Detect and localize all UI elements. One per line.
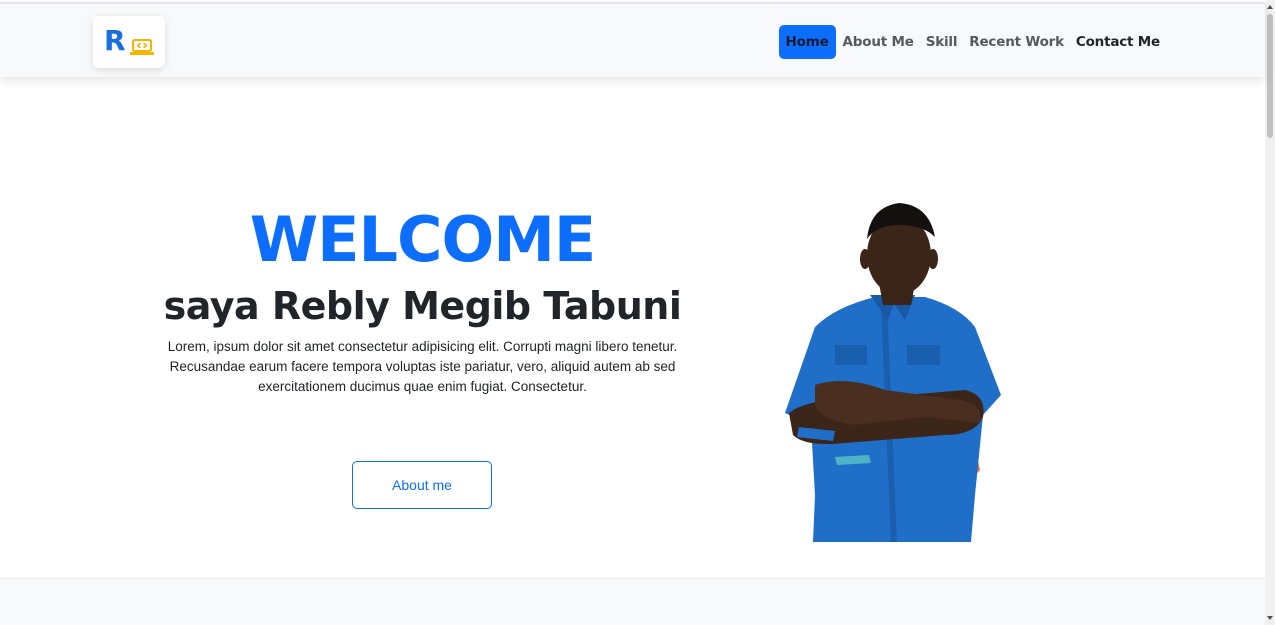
brand-logo[interactable]: R <box>93 16 165 68</box>
navbar: R Home About Me Skill Recent Work Contac… <box>0 2 1265 77</box>
nav-about-me[interactable]: About Me <box>837 25 920 59</box>
browser-viewport: R Home About Me Skill Recent Work Contac… <box>0 0 1275 625</box>
nav-menu: Home About Me Skill Recent Work Contact … <box>778 25 1166 59</box>
scroll-down-arrow-icon[interactable] <box>1266 614 1274 622</box>
nav-recent-work[interactable]: Recent Work <box>963 25 1070 59</box>
name-heading: saya Rebly Megib Tabuni <box>163 284 682 328</box>
page: R Home About Me Skill Recent Work Contac… <box>0 0 1265 625</box>
about-me-button[interactable]: About me <box>352 461 492 509</box>
nav-contact-me[interactable]: Contact Me <box>1070 25 1166 59</box>
intro-paragraph: Lorem, ipsum dolor sit amet consectetur … <box>167 339 678 394</box>
hero-text: WELCOME saya Rebly Megib Tabuni Lorem, i… <box>150 200 695 397</box>
laptop-code-icon <box>130 39 154 55</box>
vertical-scrollbar[interactable] <box>1265 0 1275 625</box>
scrollbar-thumb[interactable] <box>1267 14 1273 138</box>
nav-home[interactable]: Home <box>778 25 836 59</box>
scroll-up-arrow-icon[interactable] <box>1266 3 1274 11</box>
welcome-heading: WELCOME <box>249 203 597 276</box>
nav-skill[interactable]: Skill <box>920 25 964 59</box>
next-section <box>0 579 1265 625</box>
profile-photo <box>785 203 1001 542</box>
brand-letter: R <box>104 24 126 57</box>
